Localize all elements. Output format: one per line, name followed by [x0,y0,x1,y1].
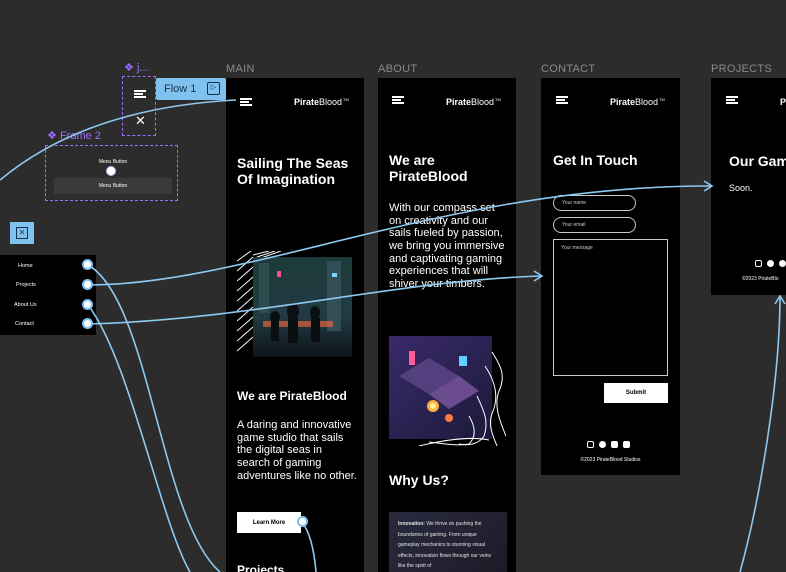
innovation-card: Innovation: We thrive on pushing the bou… [389,512,507,572]
frame-about[interactable]: PirateBloodTM We are PirateBlood With ou… [378,78,516,572]
instagram-icon[interactable] [755,260,762,267]
intro-paragraph: A daring and innovative game studio that… [237,419,357,482]
interaction-dot[interactable] [106,166,116,176]
projects-peek-heading: Projects [237,563,285,572]
copyright-text: ©2023 PirateBlo [742,276,779,282]
connection-about [87,304,191,572]
menu-button-variant-2[interactable]: Menu Button [54,178,172,194]
youtube-icon[interactable] [611,441,618,448]
close-icon: ✕ [135,113,146,128]
youtube-icon[interactable] [779,260,786,267]
hamburger-icon [134,90,146,98]
social-icons [587,441,630,448]
email-field[interactable]: Your email [553,217,636,233]
flow-1-tag[interactable]: Flow 1 ▷ [156,78,226,100]
frame-label-contact[interactable]: CONTACT [541,63,595,75]
hamburger-icon[interactable] [392,96,404,104]
hamburger-icon[interactable] [240,98,252,106]
facebook-icon[interactable] [599,441,606,448]
connection-dot-home[interactable] [82,259,93,270]
about-image [389,336,506,446]
brand-logo[interactable]: PirateBloodTM [294,97,349,107]
brand-logo[interactable]: PirateBloodTM [446,97,501,107]
instagram-icon[interactable] [587,441,594,448]
overlay-close-icon[interactable]: ✕ [10,222,34,244]
why-us-heading: Why Us? [389,472,449,488]
component-frame2-label[interactable]: ❖ Frame 2 [47,129,101,142]
component-frame2[interactable]: Menu Button Menu Button [45,145,178,201]
connection-dot-contact[interactable] [82,318,93,329]
projects-heading: Our Gam [729,153,786,169]
learn-more-button[interactable]: Learn More [237,512,301,533]
menu-item-about[interactable]: About Us [14,302,37,308]
social-icons [755,260,786,267]
hamburger-icon[interactable] [726,96,738,104]
connection-home [87,264,221,572]
submit-button[interactable]: Submit [604,383,668,403]
frame-projects[interactable]: Pirate Our Gam Soon. ©2023 PirateBlo [711,78,786,295]
coming-soon-text: Soon. [729,183,753,193]
brand-logo[interactable]: PirateBloodTM [610,97,665,107]
frame-label-about[interactable]: ABOUT [378,63,417,75]
component-icon: ❖ [124,62,134,74]
frame-main[interactable]: PirateBloodTM Sailing The Seas Of Imagin… [226,78,364,572]
about-paragraph: With our compass set on creativity and o… [389,202,505,290]
component-j-frame[interactable]: ✕ [122,76,156,136]
brand-logo-partial[interactable]: Pirate [780,97,786,107]
component-j-label[interactable]: ❖ j... [124,61,149,74]
contact-heading: Get In Touch [553,152,638,168]
facebook-icon[interactable] [767,260,774,267]
hero-image [237,251,352,357]
connection-projects-bottom [739,295,781,572]
play-flow-icon[interactable]: ▷ [207,82,220,95]
frame-label-projects[interactable]: PROJECTS [711,63,772,75]
hamburger-icon[interactable] [556,96,568,104]
hero-heading: Sailing The Seas Of Imagination [237,155,349,188]
message-field[interactable]: Your message [553,239,668,376]
learn-more-connection-dot[interactable] [297,516,308,527]
menu-item-projects[interactable]: Projects [16,282,36,288]
copyright-text: ©2023 PirateBlood Studios [580,457,641,463]
frame-label-main[interactable]: MAIN [226,63,255,75]
connection-dot-about[interactable] [82,299,93,310]
frame-contact[interactable]: PirateBloodTM Get In Touch Your name You… [541,78,680,475]
subheading: We are PirateBlood [237,389,347,403]
linkedin-icon[interactable] [623,441,630,448]
component-icon: ❖ [47,130,57,142]
name-field[interactable]: Your name [553,195,636,211]
menu-item-contact[interactable]: Contact [15,321,34,327]
menu-item-home[interactable]: Home [18,263,33,269]
connection-dot-projects[interactable] [82,279,93,290]
about-heading: We are PirateBlood [389,152,468,185]
